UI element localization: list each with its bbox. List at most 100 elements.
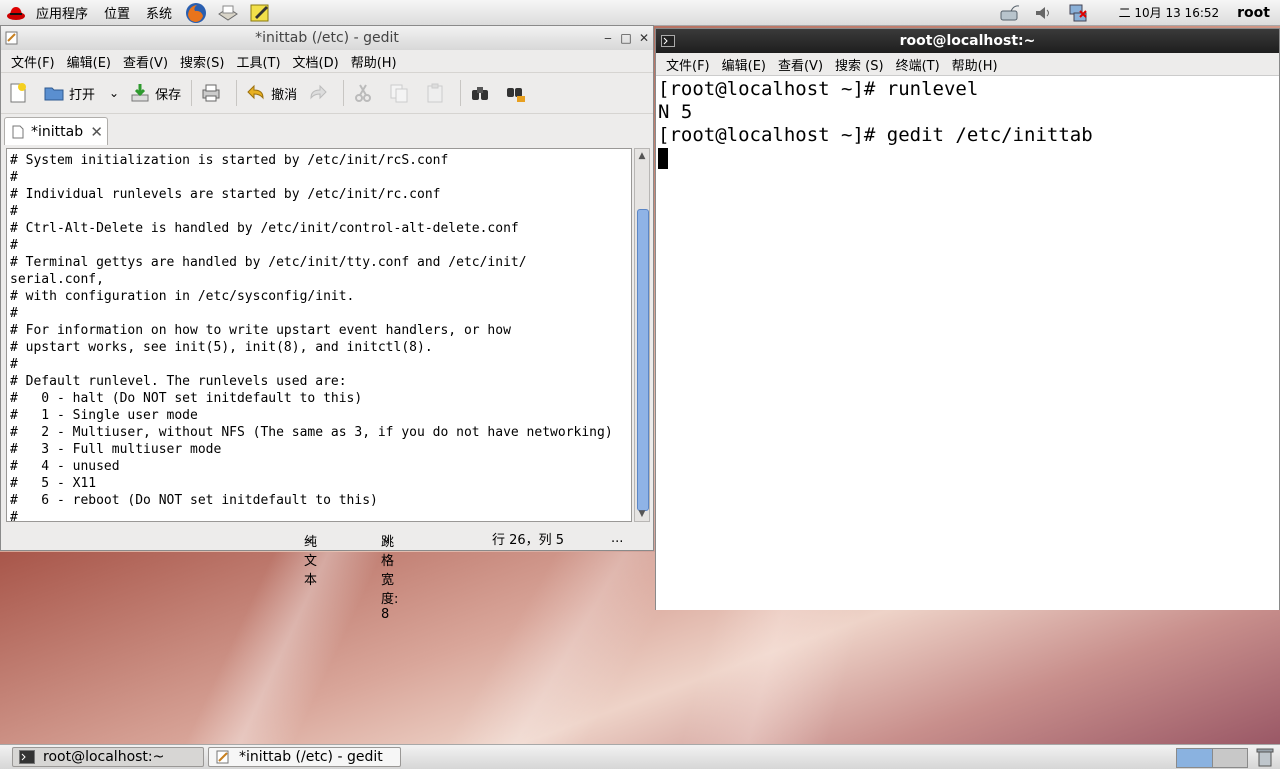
cut-icon — [355, 84, 372, 102]
terminal-menubar: 文件(F) 编辑(E) 查看(V) 搜索 (S) 终端(T) 帮助(H) — [656, 53, 1279, 75]
gedit-window-title: *inittab (/etc) - gedit — [255, 30, 399, 46]
redhat-logo-icon — [7, 6, 25, 20]
gedit-menubar: 文件(F) 编辑(E) 查看(V) 搜索(S) 工具(T) 文档(D) 帮助(H… — [1, 50, 653, 72]
folder-open-icon — [44, 87, 64, 101]
trash-icon[interactable] — [1256, 747, 1274, 767]
text-editor[interactable]: # System initialization is started by /e… — [6, 148, 632, 522]
minimize-button[interactable]: ‒ — [599, 31, 617, 45]
save-button[interactable]: 保存 — [129, 82, 181, 104]
terminal-icon — [19, 750, 35, 764]
workspace-switcher[interactable] — [1176, 748, 1248, 768]
copy-icon — [390, 84, 408, 103]
paste-icon — [427, 83, 443, 103]
save-icon — [131, 84, 149, 102]
print-icon — [202, 84, 220, 102]
gedit-window: *inittab (/etc) - gedit ‒ □ ✕ 文件(F) 编辑(E… — [0, 25, 654, 622]
terminal-menu-view[interactable]: 查看(V) — [772, 55, 829, 74]
gedit-app-icon — [5, 31, 18, 45]
toolbar-separator — [343, 80, 345, 106]
notes-editor-icon[interactable] — [249, 2, 271, 24]
workspace-1[interactable] — [1177, 749, 1212, 767]
terminal-menu-edit[interactable]: 编辑(E) — [716, 55, 772, 74]
workspace-2[interactable] — [1211, 749, 1247, 767]
copy-button[interactable] — [388, 82, 414, 104]
user-menu[interactable]: root — [1237, 5, 1270, 21]
print-button[interactable] — [200, 82, 226, 104]
cut-button[interactable] — [352, 82, 378, 104]
top-panel: 应用程序 位置 系统 二 10月 13 16:52 root — [0, 0, 1280, 26]
tab-width-selector[interactable]: 跳格宽度: 8 ⌄ — [381, 531, 398, 622]
menu-view[interactable]: 查看(V) — [117, 52, 174, 71]
terminal-menu-terminal[interactable]: 终端(T) — [890, 55, 946, 74]
save-button-label: 保存 — [155, 87, 182, 103]
menu-search[interactable]: 搜索(S) — [174, 52, 230, 71]
taskbar-item-gedit[interactable]: *inittab (/etc) - gedit — [208, 747, 401, 767]
scroll-up-arrow[interactable]: ▲ — [635, 151, 649, 161]
terminal-screen[interactable]: [root@localhost ~]# runlevel N 5 [root@l… — [656, 75, 1279, 610]
toolbar-separator — [236, 80, 238, 106]
undo-button[interactable]: 撤消 — [245, 82, 297, 104]
firefox-icon[interactable] — [185, 2, 207, 24]
new-document-icon — [10, 83, 26, 103]
menu-file[interactable]: 文件(F) — [5, 52, 61, 71]
terminal-menu-help[interactable]: 帮助(H) — [946, 55, 1004, 74]
menu-documents[interactable]: 文档(D) — [287, 52, 345, 71]
gedit-titlebar[interactable]: *inittab (/etc) - gedit ‒ □ ✕ — [1, 26, 653, 50]
terminal-menu-file[interactable]: 文件(F) — [660, 55, 716, 74]
document-icon — [12, 125, 24, 138]
mail-client-icon[interactable] — [217, 2, 239, 24]
gedit-icon — [216, 750, 229, 764]
open-recent-dropdown[interactable]: ⌄ — [109, 86, 119, 100]
volume-icon[interactable] — [1033, 3, 1055, 23]
new-document-button[interactable] — [7, 82, 33, 104]
toolbar-separator — [191, 80, 193, 106]
paste-button[interactable] — [424, 82, 450, 104]
redo-button[interactable] — [307, 82, 333, 104]
insert-mode: ... — [611, 530, 624, 546]
network-status-icon[interactable] — [1067, 3, 1089, 23]
terminal-menu-search[interactable]: 搜索 (S) — [829, 55, 890, 74]
terminal-titlebar[interactable]: root@localhost:~ — [656, 29, 1279, 53]
redo-icon — [310, 84, 327, 100]
find-replace-icon — [507, 88, 526, 102]
menu-applications[interactable]: 应用程序 — [28, 3, 96, 22]
scrollbar-thumb[interactable] — [637, 209, 649, 511]
terminal-window-title: root@localhost:~ — [899, 33, 1036, 49]
terminal-window: root@localhost:~ 文件(F) 编辑(E) 查看(V) 搜索 (S… — [655, 28, 1280, 610]
menu-system[interactable]: 系统 — [138, 3, 180, 22]
tab-close-button[interactable]: ✕ — [90, 123, 103, 141]
open-button-label: 打开 — [69, 87, 96, 103]
editor-scrollbar[interactable]: ▲ ▼ — [634, 148, 650, 522]
document-tabs: *inittab ✕ — [1, 114, 653, 146]
cursor-position: 行 26，列 5 — [492, 532, 565, 548]
terminal-output: [root@localhost ~]# runlevel N 5 [root@l… — [658, 78, 1093, 146]
menu-places[interactable]: 位置 — [96, 3, 138, 22]
tab-label: *inittab — [31, 123, 84, 140]
find-replace-button[interactable] — [505, 82, 531, 104]
terminal-cursor — [658, 148, 668, 169]
menu-help[interactable]: 帮助(H) — [345, 52, 403, 71]
undo-icon — [247, 84, 264, 100]
taskbar-item-label: *inittab (/etc) - gedit — [239, 749, 383, 765]
clock[interactable]: 二 10月 13 16:52 — [1119, 4, 1220, 21]
menu-edit[interactable]: 编辑(E) — [61, 52, 117, 71]
gedit-statusbar: 纯文本 ⌄ 跳格宽度: 8 ⌄ 行 26，列 5 ... — [1, 526, 653, 622]
network-manager-icon[interactable] — [999, 3, 1021, 23]
undo-button-label: 撤消 — [271, 87, 298, 103]
binoculars-icon — [472, 87, 489, 100]
find-button[interactable] — [469, 82, 495, 104]
tab-inittab[interactable]: *inittab ✕ — [4, 117, 108, 145]
close-button[interactable]: ✕ — [635, 31, 653, 45]
taskbar-item-label: root@localhost:~ — [43, 749, 165, 765]
editor-content[interactable]: # System initialization is started by /e… — [7, 149, 631, 521]
gedit-toolbar: 打开 ⌄ 保存 撤消 — [1, 72, 653, 114]
taskbar-item-terminal[interactable]: root@localhost:~ — [12, 747, 204, 767]
terminal-app-icon — [661, 35, 675, 47]
toolbar-separator — [460, 80, 462, 106]
menu-tools[interactable]: 工具(T) — [230, 52, 286, 71]
open-button[interactable]: 打开 ⌄ — [43, 82, 119, 104]
scroll-down-arrow[interactable]: ▼ — [635, 509, 649, 519]
language-selector[interactable]: 纯文本 ⌄ — [304, 531, 317, 588]
bottom-panel: root@localhost:~ *inittab (/etc) - gedit — [0, 744, 1280, 769]
maximize-button[interactable]: □ — [617, 31, 635, 45]
